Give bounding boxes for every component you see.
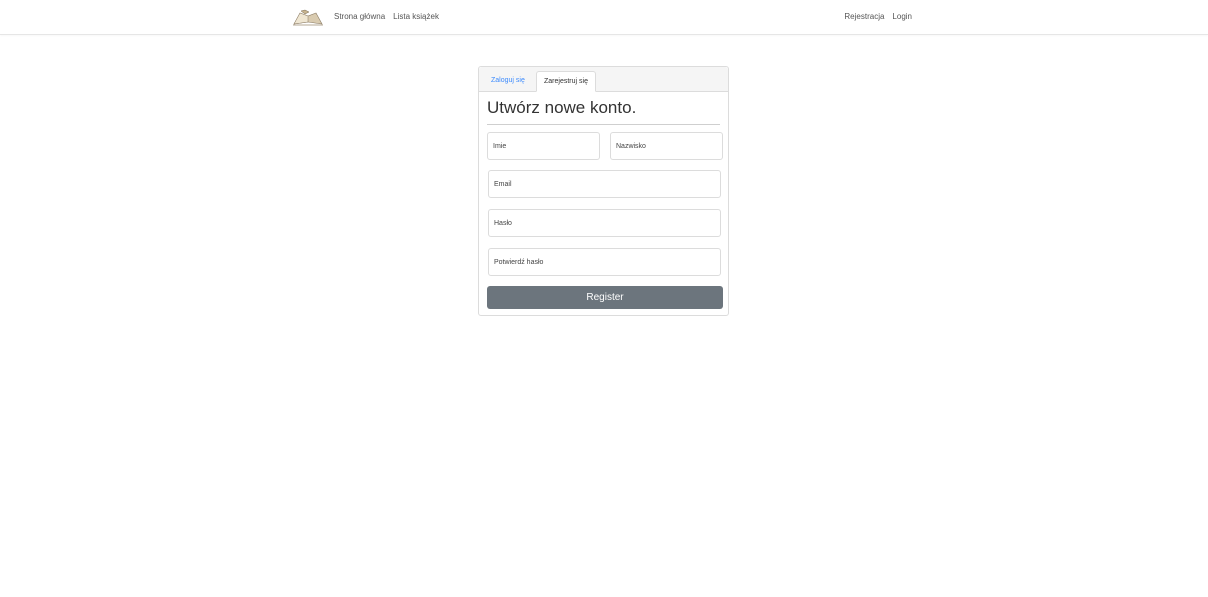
page-title: Utwórz nowe konto. — [487, 98, 637, 117]
email-input[interactable]: Email — [488, 170, 721, 198]
nav-link-register[interactable]: Rejestracja — [844, 11, 884, 23]
navbar-left: Strona główna Lista książek — [292, 7, 447, 27]
confirm-password-input[interactable]: Potwierdź hasło — [488, 248, 721, 276]
nav-link-login[interactable]: Login — [892, 11, 912, 23]
nav-link-book-list[interactable]: Lista książek — [393, 11, 439, 23]
title-divider — [487, 124, 720, 125]
card-tabs: Zaloguj się Zarejestruj się — [479, 67, 728, 92]
last-name-input[interactable]: Nazwisko — [610, 132, 723, 160]
tab-login[interactable]: Zaloguj się — [484, 71, 532, 91]
register-card: Zaloguj się Zarejestruj się Utwórz nowe … — [478, 66, 729, 316]
open-book-icon[interactable] — [292, 7, 324, 27]
first-name-input[interactable]: Imie — [487, 132, 600, 160]
password-input[interactable]: Hasło — [488, 209, 721, 237]
navbar-right: Rejestracja Login — [844, 11, 912, 23]
tab-register[interactable]: Zarejestruj się — [536, 71, 596, 92]
navbar: Strona główna Lista książek Rejestracja … — [0, 0, 1208, 35]
register-button[interactable]: Register — [487, 286, 723, 309]
navbar-container: Strona główna Lista książek Rejestracja … — [292, 0, 912, 34]
nav-link-home[interactable]: Strona główna — [334, 11, 385, 23]
